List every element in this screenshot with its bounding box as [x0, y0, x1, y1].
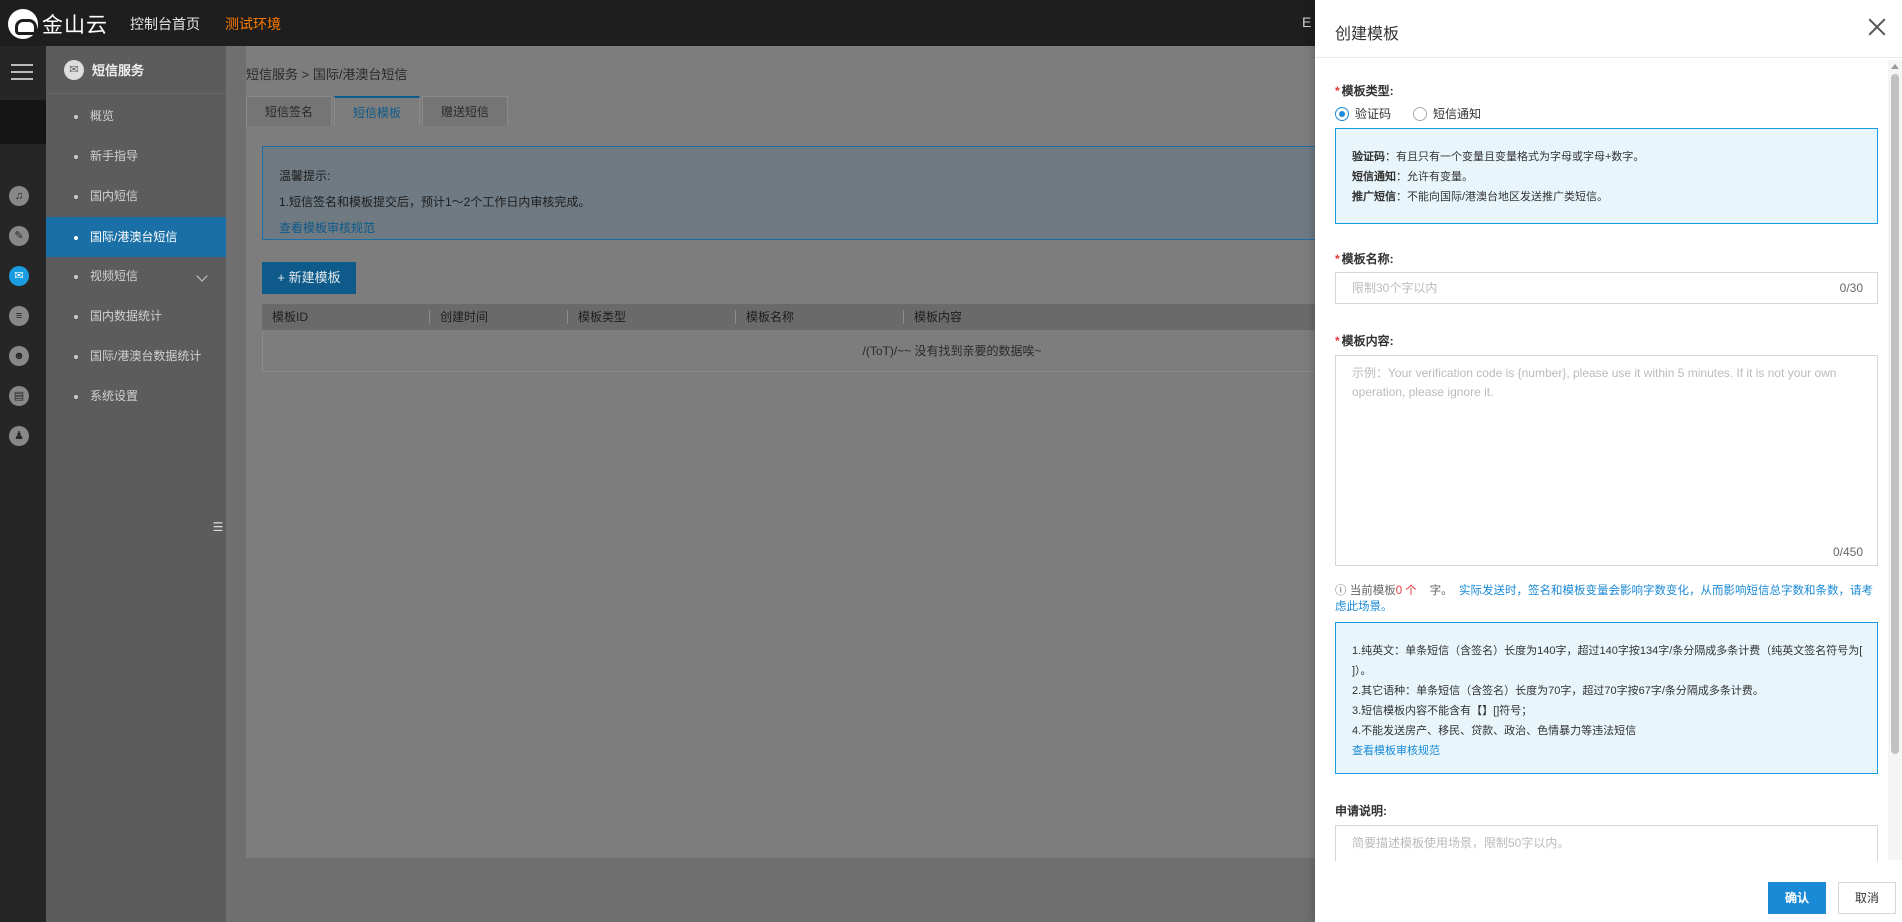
new-template-button[interactable]: + 新建模板 [262, 262, 356, 294]
sidebar-item-guide[interactable]: 新手指导 [46, 136, 226, 176]
rail-spacer [0, 100, 46, 144]
radio-label: 短信通知 [1433, 107, 1482, 121]
confirm-button[interactable]: 确认 [1768, 882, 1826, 914]
tab-template[interactable]: 短信模板 [334, 96, 421, 126]
char-count-hint: ⓘ 当前模板0 个 字。 实际发送时，签名和模板变量会影响字数变化，从而影响短信… [1335, 585, 1873, 613]
mail-icon: ✉ [64, 59, 84, 80]
breadcrumb: 短信服务 > 国际/港澳台短信 [246, 67, 408, 82]
badge-icon[interactable]: ✎ [9, 226, 29, 246]
sidebar-title: 短信服务 [92, 63, 145, 78]
logo[interactable]: 金山云 [8, 9, 108, 39]
console-home-link[interactable]: 控制台首页 [130, 14, 200, 34]
apply-description-input[interactable]: 简要描述模板使用场景，限制50字以内。 [1335, 825, 1878, 861]
scrollbar[interactable] [1888, 60, 1902, 860]
rule-line: 3.短信模板内容不能含有【】[]符号； [1352, 705, 1533, 717]
name-label: * 模板名称: [1335, 252, 1394, 266]
name-char-count: 0/30 [1839, 281, 1863, 295]
column-header: 模板ID [262, 310, 430, 324]
name-placeholder: 限制30个字以内 [1352, 281, 1438, 295]
column-header: 创建时间 [430, 310, 568, 324]
cloud-logo-icon [8, 9, 38, 39]
radio-label: 验证码 [1355, 107, 1392, 121]
collapse-sidebar-icon[interactable]: ☰ [210, 520, 226, 536]
menu-icon[interactable] [11, 64, 33, 80]
sidebar-item-intl-stats[interactable]: 国际/港澳台数据统计 [46, 336, 226, 376]
drawer-header: 创建模板 [1315, 0, 1902, 58]
apply-label: 申请说明: [1335, 804, 1387, 818]
rules-box: 1.纯英文：单条短信（含签名）长度为140字，超过140字按134字/条分隔成多… [1335, 622, 1878, 774]
radio-unchecked-icon[interactable] [1413, 106, 1428, 121]
list-icon[interactable]: ≡ [9, 306, 29, 326]
sidebar-item-overview[interactable]: 概览 [46, 96, 226, 136]
apply-placeholder: 简要描述模板使用场景，限制50字以内。 [1352, 836, 1570, 850]
rule-line: 2.其它语种：单条短信（含签名）长度为70字，超过70字按67字/条分隔成多条计… [1352, 685, 1764, 697]
id-card-icon[interactable]: ▤ [9, 386, 29, 406]
sidebar: ✉ 短信服务 概览 新手指导 国内短信 国际/港澳台短信 视频短信 国内数据统计… [46, 46, 226, 922]
column-header: 模板类型 [568, 310, 736, 324]
scrollbar-thumb[interactable] [1891, 74, 1899, 754]
column-header: 模板名称 [736, 310, 904, 324]
info-line: 短信通知：允许有变量。 [1352, 171, 1473, 183]
tab-signature[interactable]: 短信签名 [246, 96, 333, 126]
radio-verification-code[interactable]: 验证码 [1335, 105, 1391, 122]
close-icon[interactable] [1866, 16, 1888, 38]
chevron-down-icon [196, 270, 208, 282]
column-header: 模板内容 [914, 310, 963, 324]
notice-title: 温馨提示: [279, 169, 331, 183]
sidebar-item-domestic-sms[interactable]: 国内短信 [46, 176, 226, 216]
radio-notification[interactable]: 短信通知 [1413, 105, 1481, 122]
type-info-box: 验证码：有且只有一个变量且变量格式为字母或字母+数字。 短信通知：允许有变量。 … [1335, 128, 1878, 224]
sidebar-item-domestic-stats[interactable]: 国内数据统计 [46, 296, 226, 336]
type-radio-group: 验证码 短信通知 [1335, 105, 1481, 122]
type-label: * 模板类型: [1335, 84, 1394, 98]
top-right-text[interactable]: E [1302, 14, 1311, 30]
sidebar-item-label: 视频短信 [90, 269, 139, 283]
template-content-textarea[interactable]: 示例：Your verification code is {number}, p… [1335, 355, 1878, 566]
tab-bar: 短信签名 短信模板 赠送短信 [246, 96, 510, 126]
env-label[interactable]: 测试环境 [225, 14, 281, 34]
empty-state: /(ToT)/~~ 没有找到亲要的数据唉~ [262, 330, 1382, 372]
review-rules-link[interactable]: 查看模板审核规范 [279, 215, 1365, 241]
rules-link[interactable]: 查看模板审核规范 [1352, 741, 1877, 761]
notice-box: 温馨提示: 1.短信签名和模板提交后，预计1～2个工作日内审核完成。 查看模板审… [262, 146, 1382, 240]
tab-gift[interactable]: 赠送短信 [422, 96, 509, 126]
sidebar-header: ✉ 短信服务 [46, 46, 226, 94]
mail-icon[interactable]: ✉ [9, 266, 29, 286]
rule-line: 4.不能发送房产、移民、贷款、政治、色情暴力等违法短信 [1352, 725, 1637, 737]
logo-text: 金山云 [42, 14, 108, 37]
notice-line: 1.短信签名和模板提交后，预计1～2个工作日内审核完成。 [279, 195, 591, 209]
drawer-title: 创建模板 [1335, 26, 1400, 43]
table-header: 模板ID 创建时间 模板类型 模板名称 模板内容 [262, 304, 1382, 330]
radio-checked-icon[interactable] [1335, 106, 1349, 121]
rule-line: 1.纯英文：单条短信（含签名）长度为140字，超过140字按134字/条分隔成多… [1352, 645, 1863, 677]
voice-icon[interactable]: ♫ [9, 186, 29, 206]
content-placeholder: 示例：Your verification code is {number}, p… [1352, 366, 1837, 399]
content-label: * 模板内容: [1335, 334, 1394, 348]
cancel-button[interactable]: 取消 [1838, 882, 1896, 914]
create-template-drawer: 创建模板 * 模板类型: 验证码 短信通知 验证码：有且只有一个变量且变量格式为字… [1315, 0, 1902, 922]
template-name-input[interactable]: 限制30个字以内 0/30 [1335, 272, 1878, 304]
robot-icon[interactable]: ☻ [9, 346, 29, 366]
info-line: 验证码：有且只有一个变量且变量格式为字母或字母+数字。 [1352, 151, 1645, 163]
sidebar-item-settings[interactable]: 系统设置 [46, 376, 226, 416]
user-group-icon[interactable]: ♟ [9, 426, 29, 446]
sidebar-item-video-sms[interactable]: 视频短信 [46, 256, 226, 296]
content-char-count: 0/450 [1832, 545, 1863, 559]
info-line: 推广短信：不能向国际/港澳台地区发送推广类短信。 [1352, 191, 1609, 203]
icon-rail: ♫ ✎ ✉ ≡ ☻ ▤ ♟ [0, 46, 46, 922]
sidebar-item-intl-sms[interactable]: 国际/港澳台短信 [46, 217, 226, 257]
scroll-up-arrow-icon[interactable] [1891, 64, 1899, 69]
